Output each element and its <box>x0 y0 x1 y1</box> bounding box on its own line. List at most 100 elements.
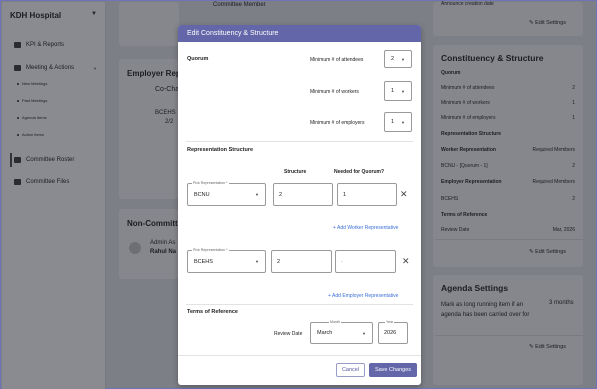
employer-card <box>119 59 179 199</box>
caret-down-icon: ▼ <box>401 56 405 62</box>
employer-label: Employer Representation <box>441 179 502 185</box>
rep-structure-label: Representation Structure <box>187 147 254 153</box>
bcehs-count: 2/2 <box>165 119 174 125</box>
select-value: BCEHS <box>194 258 213 265</box>
quorum-row: Minimum # of attendees 2 <box>441 85 575 91</box>
select-value: BCNU <box>194 191 210 198</box>
admin-name: Admin As <box>150 240 176 246</box>
year-input[interactable]: Year 2026 <box>378 320 408 344</box>
caret-down-icon: ▼ <box>255 192 259 197</box>
min-workers-select[interactable]: 1 ▼ <box>384 81 412 101</box>
row-value: 1 <box>572 100 575 106</box>
select-value: 1 <box>391 119 395 125</box>
committee-member-text: Committee Member <box>213 2 266 8</box>
edit-settings-label: Edit Settings <box>535 20 567 26</box>
sidebar-subitem-agenda[interactable]: Agenda Items <box>17 115 47 120</box>
edit-settings-link-bottom[interactable]: ✎ Edit Settings <box>529 344 566 350</box>
chevron-down-icon: ▼ <box>93 65 97 71</box>
agenda-text: Mark as long running item if an agenda h… <box>441 302 530 318</box>
year-value: 2026 <box>384 330 397 336</box>
add-worker-link[interactable]: + Add Worker Representative <box>333 225 398 231</box>
employer-heading: Employer Repr <box>127 69 184 78</box>
month-select[interactable]: Month March ▼ <box>310 320 373 344</box>
row-value: 2 <box>572 163 575 169</box>
org-name[interactable]: KDH Hospital <box>10 11 61 20</box>
sidebar-item-label: Committee Roster <box>26 157 75 163</box>
sidebar-subitem-past[interactable]: Past Meetings <box>16 98 47 103</box>
chevron-down-icon[interactable]: ▼ <box>91 11 97 17</box>
sidebar-item-label: Committee Files <box>26 179 70 185</box>
worker-required: Required Members <box>532 147 575 153</box>
agenda-title: Agenda Settings <box>441 283 509 293</box>
divider <box>186 141 413 142</box>
employer-header-row: Employer Representation Required Members <box>441 179 575 185</box>
caret-down-icon: ▼ <box>362 330 366 336</box>
folder-icon <box>14 179 21 185</box>
row-label: Minimum # of attendees <box>441 85 495 91</box>
add-employer-link[interactable]: + Add Employer Representative <box>328 293 398 299</box>
constituency-title: Constituency & Structure <box>441 53 544 63</box>
min-workers-label: Minimum # of workers <box>310 89 359 95</box>
quorum-heading: Quorum <box>441 70 461 76</box>
row-label: BCNU - [Quorum - 1] <box>441 163 488 169</box>
divider <box>186 304 413 305</box>
rep-heading: Representation Structure <box>441 131 502 137</box>
calendar-icon <box>14 65 21 71</box>
worker-needed-input[interactable]: 1 <box>337 183 397 206</box>
remove-employer-icon[interactable]: ✕ <box>402 257 410 266</box>
sidebar-item-files[interactable]: Committee Files <box>14 179 69 185</box>
col-structure: Structure <box>284 169 307 175</box>
min-employers-select[interactable]: 1 ▼ <box>384 112 412 132</box>
sidebar-item-roster[interactable]: Committee Roster <box>14 157 74 163</box>
divider <box>178 355 421 356</box>
edit-settings-link-top[interactable]: ✎ Edit Settings <box>529 20 566 26</box>
non-committee-heading: Non-Committ <box>127 219 178 228</box>
sidebar-item-kpi[interactable]: KPI & Reports <box>14 42 64 48</box>
min-attendees-select[interactable]: 2 ▼ <box>384 50 412 68</box>
employer-rep-select[interactable]: Pick Representation * BCEHS ▼ <box>187 248 266 273</box>
row-value: Mar, 2026 <box>552 227 575 233</box>
select-value: 2 <box>391 56 395 62</box>
review-row: Review Date Mar, 2026 <box>441 227 575 233</box>
employer-row: BCEHS 2 <box>441 196 575 202</box>
pick-rep-label: Pick Representation * <box>192 181 229 186</box>
row-value: 2 <box>572 196 575 202</box>
cancel-button[interactable]: Cancel <box>336 363 365 377</box>
remove-worker-icon[interactable]: ✕ <box>400 190 408 199</box>
quorum-row: Minimum # of employers 1 <box>441 115 575 121</box>
pick-rep-label: Pick Representation * <box>192 248 229 253</box>
tor-heading: Terms of Reference <box>441 212 488 218</box>
quorum-label: Quorum <box>187 56 209 62</box>
divider <box>435 239 583 240</box>
constituency-card <box>433 45 583 267</box>
rahul-name: Rahul Na <box>150 249 177 255</box>
save-changes-button[interactable]: Save Changes <box>369 363 417 377</box>
committee-card <box>119 2 179 46</box>
divider <box>435 335 583 336</box>
edit-settings-link-mid[interactable]: ✎ Edit Settings <box>529 249 566 255</box>
employer-structure-input[interactable]: 2 <box>271 250 332 273</box>
avatar <box>129 242 141 254</box>
worker-structure-input[interactable]: 2 <box>273 183 333 206</box>
worker-row: BCNU - [Quorum - 1] 2 <box>441 163 575 169</box>
sidebar-item-label: Meeting & Actions <box>26 65 75 71</box>
select-value: March <box>317 330 333 336</box>
bcehs-text: BCEHS <box>155 110 176 116</box>
year-label: Year <box>385 320 395 325</box>
caret-down-icon: ▼ <box>401 88 405 94</box>
worker-rep-select[interactable]: Pick Representation * BCNU ▼ <box>187 181 266 206</box>
sidebar-item-meetings[interactable]: Meeting & Actions ▼ <box>14 65 97 71</box>
chart-icon <box>14 42 21 48</box>
row-label: Review Date <box>441 227 470 233</box>
co-chair-text: Co-Chai <box>155 86 181 93</box>
edit-settings-label: Edit Settings <box>535 249 567 255</box>
row-label: BCEHS <box>441 196 459 202</box>
sidebar: KDH Hospital ▼ KPI & Reports Meeting & A… <box>2 2 106 389</box>
employer-needed-input[interactable]: - <box>335 250 396 273</box>
sidebar-subitem-actions[interactable]: Action Items <box>16 132 44 137</box>
month-label: Month <box>329 320 341 325</box>
sidebar-subitem-new[interactable]: New Meetings <box>16 81 47 86</box>
min-attendees-label: Minimum # of attendees <box>310 57 364 63</box>
employer-required: Required Members <box>532 179 575 185</box>
edit-settings-label: Edit Settings <box>535 344 567 350</box>
